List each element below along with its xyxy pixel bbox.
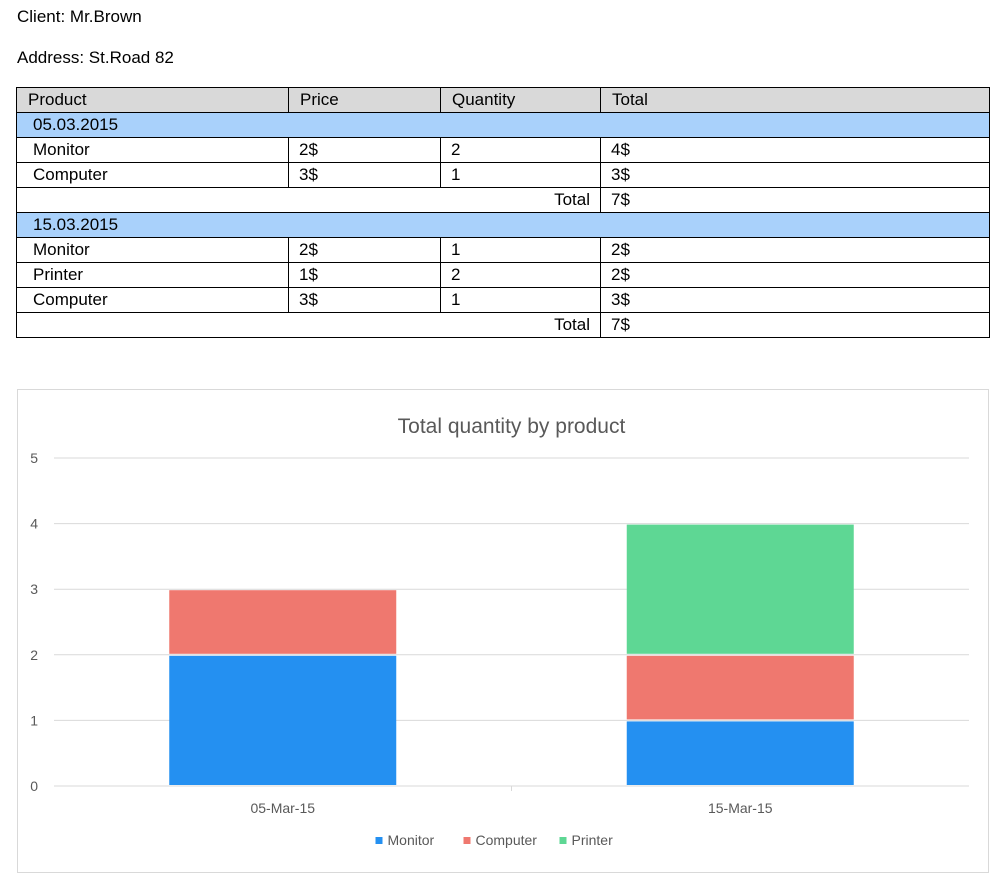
subtotal-row: Total 7$ xyxy=(16,187,990,213)
y-tick-label: 1 xyxy=(30,712,38,728)
header-product: Product xyxy=(16,87,289,113)
x-tick-label: 05-Mar-15 xyxy=(250,800,315,816)
product-cell: Monitor xyxy=(16,137,289,163)
date-group-row: 15.03.2015 xyxy=(16,212,990,238)
legend-swatch-computer xyxy=(463,837,471,844)
table-row: Computer 3$ 1 3$ xyxy=(16,162,990,188)
total-cell: 3$ xyxy=(600,287,990,313)
price-cell: 2$ xyxy=(288,137,441,163)
total-cell: 2$ xyxy=(600,262,990,288)
invoice-table: Product Price Quantity Total 05.03.2015 … xyxy=(16,87,990,338)
quantity-cell: 1 xyxy=(440,287,601,313)
y-tick-label: 2 xyxy=(30,647,38,663)
price-cell: 3$ xyxy=(288,287,441,313)
y-tick-label: 4 xyxy=(30,516,38,532)
price-cell: 1$ xyxy=(288,262,441,288)
y-tick-label: 3 xyxy=(30,581,38,597)
quantity-cell: 1 xyxy=(440,237,601,263)
address-line: Address: St.Road 82 xyxy=(17,48,174,67)
subtotal-value: 7$ xyxy=(600,187,990,213)
header-total: Total xyxy=(600,87,990,113)
subtotal-label: Total xyxy=(16,187,601,213)
legend-swatch-printer xyxy=(559,837,567,844)
total-cell: 2$ xyxy=(600,237,990,263)
product-cell: Printer xyxy=(16,262,289,288)
product-cell: Computer xyxy=(16,162,289,188)
legend-label: Computer xyxy=(476,832,538,848)
header-price: Price xyxy=(288,87,441,113)
subtotal-label: Total xyxy=(16,312,601,338)
stacked-bar-chart: Total quantity by product 0 1 2 3 4 5 05-Mar-15… xyxy=(30,415,969,848)
x-tick-label: 15-Mar-15 xyxy=(708,800,773,816)
legend-label: Monitor xyxy=(388,832,435,848)
total-cell: 4$ xyxy=(600,137,990,163)
bar-segment-monitor xyxy=(626,721,854,785)
table-row: Monitor 2$ 1 2$ xyxy=(16,237,990,263)
table-row: Monitor 2$ 2 4$ xyxy=(16,137,990,163)
bar-segment-computer xyxy=(169,590,397,654)
header-quantity: Quantity xyxy=(440,87,601,113)
price-cell: 2$ xyxy=(288,237,441,263)
client-line: Client: Mr.Brown xyxy=(17,7,142,26)
legend-label: Printer xyxy=(572,832,614,848)
quantity-cell: 2 xyxy=(440,262,601,288)
group-date: 05.03.2015 xyxy=(16,112,990,138)
quantity-cell: 1 xyxy=(440,162,601,188)
product-cell: Monitor xyxy=(16,237,289,263)
y-tick-label: 5 xyxy=(30,450,38,466)
quantity-cell: 2 xyxy=(440,137,601,163)
subtotal-row: Total 7$ xyxy=(16,312,990,338)
bar-segment-printer xyxy=(626,524,854,654)
price-cell: 3$ xyxy=(288,162,441,188)
chart-area[interactable]: Total quantity by product 0 1 2 3 4 5 05-Mar-15… xyxy=(17,389,989,873)
table-header-row: Product Price Quantity Total xyxy=(16,87,990,113)
table-row: Printer 1$ 2 2$ xyxy=(16,262,990,288)
chart-title: Total quantity by product xyxy=(398,415,626,438)
group-date: 15.03.2015 xyxy=(16,212,990,238)
bar-segment-monitor xyxy=(169,655,397,785)
bar-segment-computer xyxy=(626,655,854,720)
table-row: Computer 3$ 1 3$ xyxy=(16,287,990,313)
legend-swatch-monitor xyxy=(375,837,383,844)
date-group-row: 05.03.2015 xyxy=(16,112,990,138)
product-cell: Computer xyxy=(16,287,289,313)
y-tick-label: 0 xyxy=(30,778,38,794)
subtotal-value: 7$ xyxy=(600,312,990,338)
total-cell: 3$ xyxy=(600,162,990,188)
